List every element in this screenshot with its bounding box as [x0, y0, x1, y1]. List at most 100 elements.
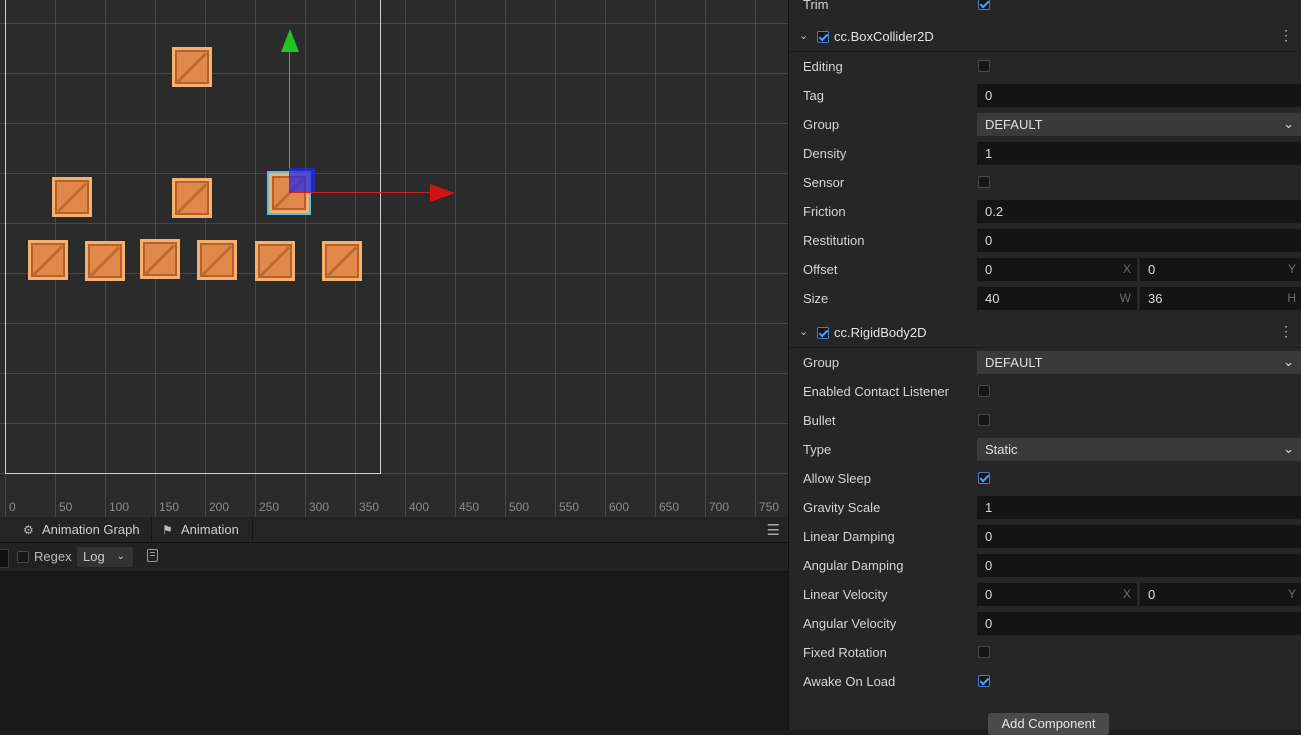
size-w-input[interactable]: 40 W [977, 287, 1137, 310]
move-gizmo-center[interactable] [289, 168, 315, 192]
trim-checkbox[interactable] [978, 0, 990, 10]
axis-w-label: W [1119, 291, 1131, 305]
crate-sprite[interactable] [140, 239, 180, 279]
friction-label: Friction [803, 204, 846, 219]
move-gizmo-x-arrow[interactable] [430, 184, 455, 202]
add-component-button[interactable]: Add Component [988, 713, 1109, 735]
crate-sprite[interactable] [52, 177, 92, 217]
size-label: Size [803, 291, 829, 306]
ruler-tick-label: 200 [209, 500, 230, 514]
bullet-checkbox[interactable] [978, 414, 990, 426]
allow-sleep-checkbox[interactable] [978, 472, 990, 484]
chevron-down-icon[interactable]: ⌄ [799, 29, 808, 42]
clear-log-icon[interactable] [147, 549, 158, 562]
angular-velocity-input[interactable]: 0 [977, 612, 1301, 635]
crate-sprite[interactable] [85, 241, 125, 281]
move-gizmo-y-arrow[interactable] [281, 29, 299, 52]
linear-velocity-y-value: 0 [1148, 587, 1156, 602]
more-options-icon[interactable]: ⋮ [1279, 27, 1293, 44]
ruler-tick-label: 100 [109, 500, 130, 514]
linear-damping-label: Linear Damping [803, 529, 895, 544]
editing-row: Editing [789, 52, 1301, 81]
size-h-input[interactable]: 36 H [1140, 287, 1301, 310]
offset-y-input[interactable]: 0 Y [1140, 258, 1301, 281]
rigid-body-enabled-checkbox[interactable] [817, 327, 829, 339]
awake-on-load-label: Awake On Load [803, 674, 896, 689]
offset-x-input[interactable]: 0 X [977, 258, 1137, 281]
ruler-tick-label: 50 [59, 500, 73, 514]
ruler-tick-label: 700 [709, 500, 730, 514]
box-collider-header[interactable]: ⌄ cc.BoxCollider2D ⋮ [789, 23, 1301, 52]
bullet-label: Bullet [803, 413, 836, 428]
friction-input[interactable]: 0.2 [977, 200, 1301, 223]
crate-sprite[interactable] [28, 240, 68, 280]
linear-damping-input[interactable]: 0 [977, 525, 1301, 548]
density-input[interactable]: 1 [977, 142, 1301, 165]
scene-view[interactable]: 0 50 100 150 200 250 300 350 400 450 500 550 600 650 7… [0, 0, 788, 517]
angular-damping-input[interactable]: 0 [977, 554, 1301, 577]
more-options-icon[interactable]: ⋮ [1279, 323, 1293, 340]
move-gizmo-x-axis[interactable] [289, 192, 434, 193]
animation-graph-icon: ⚙ [23, 523, 34, 537]
size-w-value: 40 [985, 291, 1000, 306]
friction-row: Friction 0.2 [789, 197, 1301, 226]
crate-sprite[interactable] [172, 47, 212, 87]
ruler-tick-label: 300 [309, 500, 330, 514]
fixed-rotation-label: Fixed Rotation [803, 645, 887, 660]
linear-velocity-x-input[interactable]: 0 X [977, 583, 1137, 606]
crate-sprite[interactable] [197, 240, 237, 280]
console-toolbar: Regex Log ⌄ [0, 543, 788, 572]
rigid-body-header[interactable]: ⌄ cc.RigidBody2D ⋮ [789, 319, 1301, 348]
ruler-tick-label: 600 [609, 500, 630, 514]
angular-velocity-label: Angular Velocity [803, 616, 897, 631]
group-select[interactable]: DEFAULT ⌄ [977, 113, 1301, 136]
tab-animation[interactable]: ⚑ Animation [152, 517, 253, 542]
offset-label: Offset [803, 262, 838, 277]
allow-sleep-label: Allow Sleep [803, 471, 871, 486]
component-title: cc.RigidBody2D [834, 325, 927, 340]
rb-group-value: DEFAULT [985, 355, 1043, 370]
type-value: Static [985, 442, 1018, 457]
rb-group-select[interactable]: DEFAULT ⌄ [977, 351, 1301, 374]
type-select[interactable]: Static ⌄ [977, 438, 1301, 461]
linear-velocity-y-input[interactable]: 0 Y [1140, 583, 1301, 606]
awake-on-load-checkbox[interactable] [978, 675, 990, 687]
axis-x-label: X [1122, 587, 1131, 601]
restitution-row: Restitution 0 [789, 226, 1301, 255]
angular-damping-row: Angular Damping 0 [789, 551, 1301, 580]
crate-sprite[interactable] [322, 241, 362, 281]
menu-icon[interactable]: ☰ [767, 521, 780, 539]
offset-row: Offset 0 X 0 Y [789, 255, 1301, 284]
filter-input[interactable] [0, 549, 9, 568]
linear-velocity-row: Linear Velocity 0 X 0 Y [789, 580, 1301, 609]
ruler-tick-label: 250 [259, 500, 280, 514]
ruler-tick-label: 650 [659, 500, 680, 514]
restitution-label: Restitution [803, 233, 865, 248]
restitution-input[interactable]: 0 [977, 229, 1301, 252]
fixed-rotation-checkbox[interactable] [978, 646, 990, 658]
gravity-scale-input[interactable]: 1 [977, 496, 1301, 519]
panel-tabs: ⚙ Animation Graph ⚑ Animation ☰ [0, 517, 788, 543]
tag-input[interactable]: 0 [977, 84, 1301, 107]
box-collider-enabled-checkbox[interactable] [817, 31, 829, 43]
crate-sprite[interactable] [255, 241, 295, 281]
trim-label: Trim [803, 0, 829, 12]
sensor-checkbox[interactable] [978, 176, 990, 188]
contact-listener-label: Enabled Contact Listener [803, 384, 949, 399]
allow-sleep-row: Allow Sleep [789, 464, 1301, 493]
chevron-down-icon[interactable]: ⌄ [799, 325, 808, 338]
ruler-tick-label: 750 [759, 500, 780, 514]
density-label: Density [803, 146, 847, 161]
log-level-select[interactable]: Log ⌄ [77, 547, 133, 567]
sensor-row: Sensor [789, 168, 1301, 197]
tab-animation-graph[interactable]: ⚙ Animation Graph [13, 517, 152, 542]
group-label: Group [803, 117, 840, 132]
linear-velocity-label: Linear Velocity [803, 587, 888, 602]
regex-checkbox[interactable] [17, 551, 29, 563]
ruler-tick-label: 550 [559, 500, 580, 514]
crate-sprite[interactable] [172, 178, 212, 218]
axis-y-label: Y [1287, 587, 1296, 601]
component-title: cc.BoxCollider2D [834, 29, 934, 44]
editing-checkbox[interactable] [978, 60, 990, 72]
contact-listener-checkbox[interactable] [978, 385, 990, 397]
